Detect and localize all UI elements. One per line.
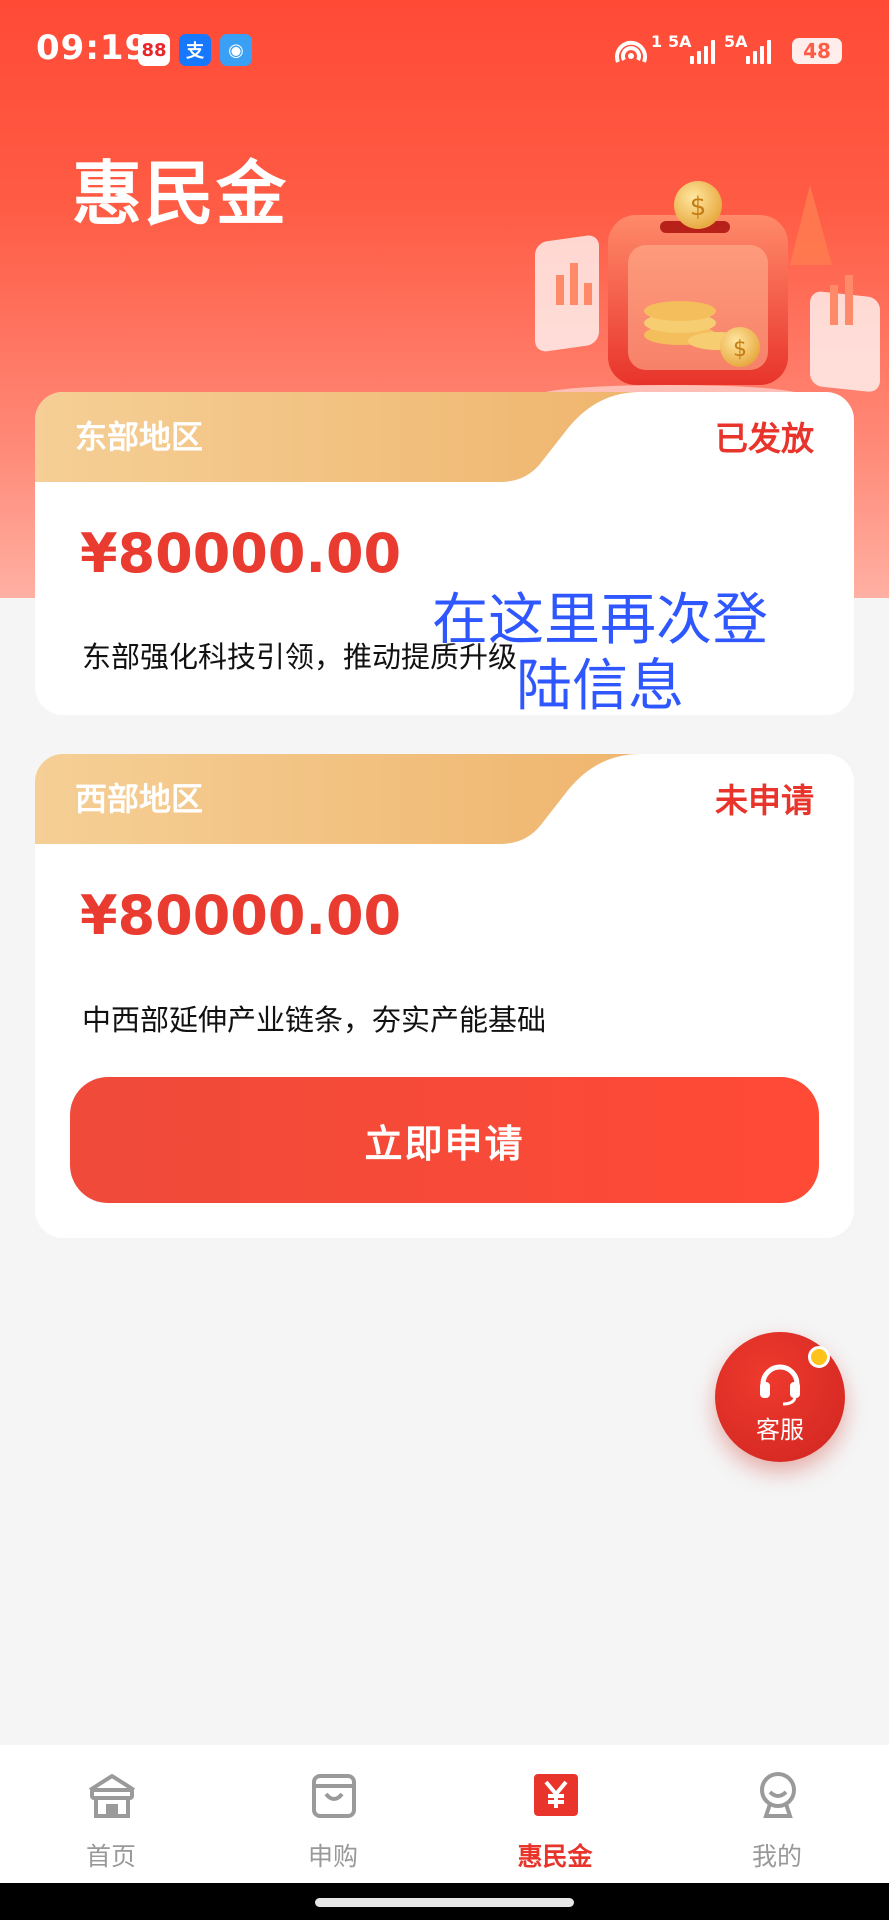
page-title: 惠民金 <box>72 153 288 235</box>
status-time: 09:19 <box>36 28 150 68</box>
notification-dot <box>808 1346 830 1368</box>
app-88-icon: 88 <box>138 34 170 66</box>
signal-icon-2 <box>746 38 771 64</box>
overlay-annotation: 在这里再次登 陆信息 <box>400 588 800 720</box>
tab-subscribe[interactable]: 申购 <box>222 1745 444 1883</box>
browser-icon: ◉ <box>220 34 252 66</box>
network-type-2: 5A <box>724 32 748 51</box>
card-header: 西部地区 未申请 <box>35 754 854 844</box>
tab-huiminjin[interactable]: 惠民金 <box>444 1745 666 1883</box>
card-header: 东部地区 已发放 <box>35 392 854 482</box>
home-indicator[interactable] <box>315 1898 574 1907</box>
tab-home[interactable]: 首页 <box>0 1745 222 1883</box>
overlay-line-2: 陆信息 <box>516 654 684 719</box>
network-type-1: 5A <box>668 32 692 51</box>
status-badge: 未申请 <box>715 781 814 820</box>
hotspot-icon <box>615 40 647 63</box>
yen-icon <box>534 1774 578 1816</box>
card-description: 中西部延伸产业链条，夯实产能基础 <box>82 1003 547 1037</box>
overlay-line-1: 在这里再次登 <box>432 588 768 653</box>
profile-icon <box>760 1772 796 1818</box>
bottom-tab-bar: 首页 申购 惠民金 我的 <box>0 1745 889 1883</box>
signal-icon-1 <box>690 38 715 64</box>
region-label: 东部地区 <box>75 418 204 456</box>
piggy-bank-illustration: $ $ <box>535 181 880 405</box>
apply-now-button[interactable]: 立即申请 <box>70 1077 819 1203</box>
status-badge: 已发放 <box>715 419 814 458</box>
tab-label: 我的 <box>751 1842 802 1871</box>
status-bar: 09:19 88 支 ◉ 1 5A 5A 48 <box>0 0 889 100</box>
customer-service-label: 客服 <box>756 1416 804 1444</box>
headset-icon <box>760 1364 800 1406</box>
customer-service-button[interactable]: 客服 <box>715 1332 845 1462</box>
tab-label: 申购 <box>307 1842 358 1871</box>
tab-label: 惠民金 <box>517 1842 593 1871</box>
tab-profile[interactable]: 我的 <box>666 1745 888 1883</box>
battery-indicator: 48 <box>792 38 842 64</box>
alipay-icon: 支 <box>179 34 211 66</box>
tab-label: 首页 <box>85 1842 136 1871</box>
svg-text:$: $ <box>690 192 707 222</box>
home-icon <box>88 1774 136 1818</box>
amount-value: ¥80000.00 <box>80 522 402 585</box>
hotspot-count: 1 <box>651 32 663 51</box>
bag-icon <box>312 1774 356 1818</box>
region-label: 西部地区 <box>75 780 204 818</box>
subsidy-card-west[interactable]: 西部地区 未申请 ¥80000.00 中西部延伸产业链条，夯实产能基础 立即申请 <box>35 754 854 1238</box>
amount-value: ¥80000.00 <box>80 884 402 947</box>
svg-text:$: $ <box>733 337 747 362</box>
